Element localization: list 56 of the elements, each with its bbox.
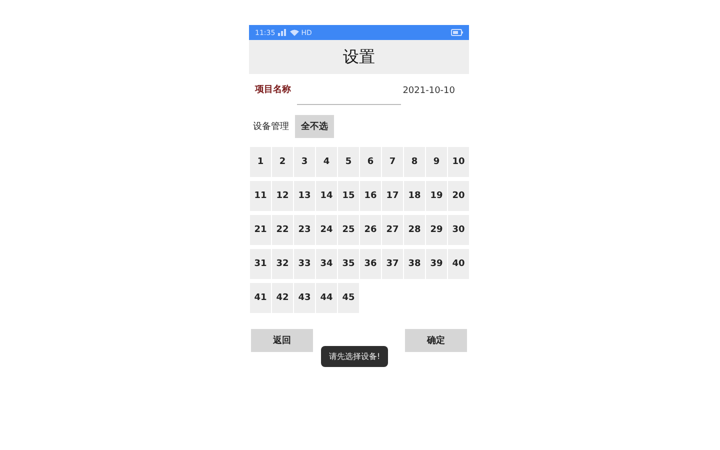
device-button[interactable]: 41: [250, 283, 271, 313]
device-button[interactable]: 2: [272, 147, 293, 177]
device-button[interactable]: 33: [294, 249, 315, 279]
device-button[interactable]: 1: [250, 147, 271, 177]
device-button[interactable]: 36: [360, 249, 381, 279]
device-button[interactable]: 11: [250, 181, 271, 211]
device-button[interactable]: 42: [272, 283, 293, 313]
project-name-label: 项目名称: [255, 84, 291, 96]
device-button[interactable]: 29: [426, 215, 447, 245]
device-button[interactable]: 24: [316, 215, 337, 245]
device-button[interactable]: 22: [272, 215, 293, 245]
device-button[interactable]: 4: [316, 147, 337, 177]
device-button[interactable]: 32: [272, 249, 293, 279]
device-button[interactable]: 44: [316, 283, 337, 313]
device-button[interactable]: 15: [338, 181, 359, 211]
deselect-all-button[interactable]: 全不选: [295, 115, 334, 138]
device-button[interactable]: 26: [360, 215, 381, 245]
device-button[interactable]: 23: [294, 215, 315, 245]
device-button[interactable]: 14: [316, 181, 337, 211]
page-title: 设置: [343, 46, 375, 68]
device-button[interactable]: 8: [404, 147, 425, 177]
device-management-label: 设备管理: [253, 120, 289, 133]
device-button[interactable]: 21: [250, 215, 271, 245]
device-button[interactable]: 18: [404, 181, 425, 211]
device-button[interactable]: 20: [448, 181, 469, 211]
device-button[interactable]: 25: [338, 215, 359, 245]
device-button[interactable]: 43: [294, 283, 315, 313]
toast-message: 请先选择设备!: [321, 346, 388, 367]
device-button[interactable]: 28: [404, 215, 425, 245]
wifi-icon: [290, 29, 300, 36]
device-button[interactable]: 39: [426, 249, 447, 279]
device-button[interactable]: 30: [448, 215, 469, 245]
signal-icon: [278, 29, 288, 36]
device-button[interactable]: 3: [294, 147, 315, 177]
device-button[interactable]: 31: [250, 249, 271, 279]
device-button[interactable]: 7: [382, 147, 403, 177]
date-text: 2021-10-10: [402, 86, 455, 96]
device-button[interactable]: 16: [360, 181, 381, 211]
device-button[interactable]: 13: [294, 181, 315, 211]
device-button[interactable]: 45: [338, 283, 359, 313]
device-button[interactable]: 6: [360, 147, 381, 177]
device-button[interactable]: 19: [426, 181, 447, 211]
device-button[interactable]: 10: [448, 147, 469, 177]
device-button[interactable]: 9: [426, 147, 447, 177]
device-button[interactable]: 38: [404, 249, 425, 279]
device-button[interactable]: 40: [448, 249, 469, 279]
confirm-button[interactable]: 确定: [405, 329, 467, 352]
device-button[interactable]: 37: [382, 249, 403, 279]
back-button[interactable]: 返回: [251, 329, 313, 352]
device-button[interactable]: 17: [382, 181, 403, 211]
device-button[interactable]: 27: [382, 215, 403, 245]
device-button[interactable]: 12: [272, 181, 293, 211]
battery-icon: [451, 29, 463, 36]
device-button[interactable]: 35: [338, 249, 359, 279]
device-button[interactable]: 34: [316, 249, 337, 279]
device-button[interactable]: 5: [338, 147, 359, 177]
